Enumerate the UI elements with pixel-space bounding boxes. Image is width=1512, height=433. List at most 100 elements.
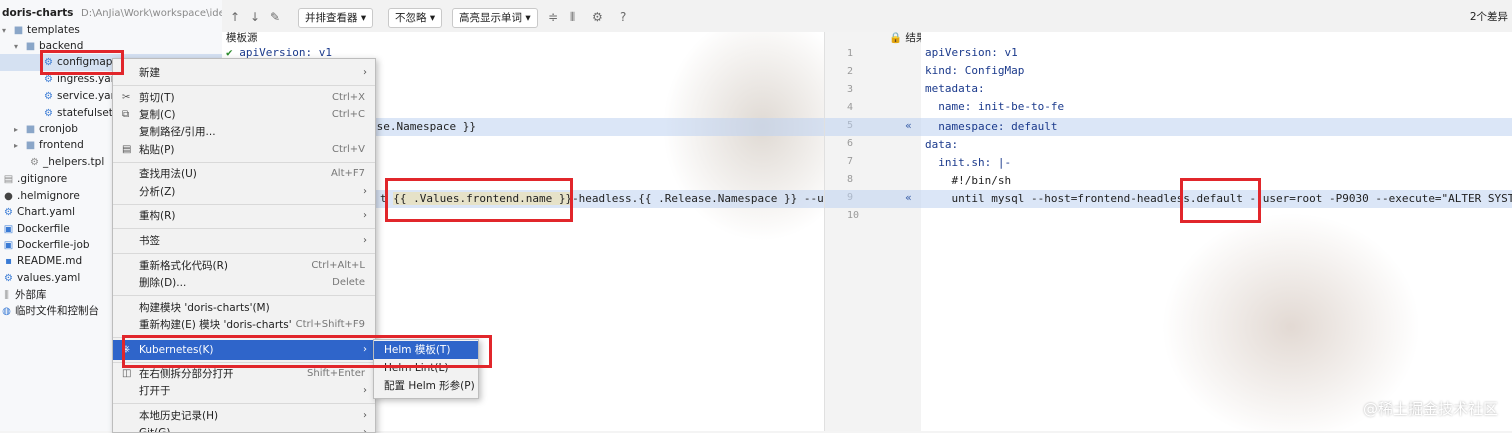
menu-item-refactor[interactable]: 重构(R) › bbox=[113, 206, 375, 226]
menu-separator bbox=[113, 403, 375, 404]
tree-item-external-libraries[interactable]: ⫼ 外部库 bbox=[0, 287, 46, 304]
gear-icon: ⚙ bbox=[4, 273, 13, 284]
tree-item-dockerfile-job[interactable]: ▣ Dockerfile-job bbox=[2, 237, 90, 254]
apply-left-icon[interactable]: « bbox=[905, 119, 912, 132]
menu-item-delete[interactable]: 删除(D)... Delete bbox=[113, 273, 375, 293]
tree-item-values-yaml[interactable]: ⚙ values.yaml bbox=[2, 270, 80, 287]
file-icon: ⚙ bbox=[30, 157, 39, 168]
folder-icon: ■ bbox=[25, 124, 36, 135]
result-line-7: init.sh: |- bbox=[925, 156, 1012, 169]
chevron-down-icon[interactable]: ▾ bbox=[14, 38, 24, 55]
help-button[interactable]: ? bbox=[620, 8, 626, 26]
folder-icon: ■ bbox=[25, 140, 36, 151]
folder-icon: ■ bbox=[25, 41, 36, 52]
file-icon: ▣ bbox=[3, 240, 14, 251]
viewer-select[interactable]: 并排查看器 ▾ bbox=[298, 8, 374, 28]
tree-item-helmignore[interactable]: ● .helmignore bbox=[2, 188, 80, 205]
lock-icon: 🔒 bbox=[889, 32, 903, 44]
menu-separator bbox=[113, 85, 375, 86]
annotation-box-template-expression bbox=[385, 178, 573, 222]
markdown-icon: ▪ bbox=[5, 256, 12, 267]
tree-item-chart-yaml[interactable]: ⚙ Chart.yaml bbox=[2, 204, 75, 221]
arrow-up-icon[interactable]: ↑ bbox=[230, 8, 240, 26]
annotation-box-configmap bbox=[40, 50, 124, 75]
sync-scroll-icon[interactable]: ⫴ bbox=[570, 8, 575, 26]
highlight-select[interactable]: 高亮显示单词 ▾ bbox=[452, 8, 538, 28]
menu-item-bookmarks[interactable]: 书签 › bbox=[113, 231, 375, 251]
chevron-right-icon: › bbox=[363, 235, 367, 246]
menu-item-find-usages[interactable]: 查找用法(U) Alt+F7 bbox=[113, 164, 375, 184]
gear-icon: ⚙ bbox=[44, 91, 53, 102]
tree-item-statefulset[interactable]: ⚙ statefulset. bbox=[42, 105, 116, 122]
folder-icon: ■ bbox=[13, 25, 24, 36]
menu-item-copy-path[interactable]: 复制路径/引用... bbox=[113, 122, 375, 142]
result-pane[interactable]: apiVersion: v1 kind: ConfigMap metadata:… bbox=[921, 32, 1512, 431]
chevron-right-icon: › bbox=[363, 385, 367, 396]
diff-toolbar: ↑ ↓ ✎ 并排查看器 ▾ 不忽略 ▾ 高亮显示单词 ▾ ≑ ⫴ ⚙ ? 2个差… bbox=[222, 0, 1512, 33]
menu-item-open-in[interactable]: 打开于 › bbox=[113, 381, 375, 401]
collapse-unchanged-icon[interactable]: ≑ bbox=[548, 8, 558, 26]
chevron-down-icon: ▾ bbox=[360, 12, 367, 24]
context-menu: 新建 › ✂ 剪切(T) Ctrl+X ⧉ 复制(C) Ctrl+C 复制路径/引用...… bbox=[112, 58, 376, 433]
chevron-right-icon: › bbox=[363, 427, 367, 433]
gear-icon: ⚙ bbox=[44, 108, 53, 119]
submenu-item-helm-params[interactable]: 配置 Helm 形参(P) bbox=[374, 377, 478, 395]
result-line-4: name: init-be-to-fe bbox=[925, 100, 1065, 113]
result-line-8: #!/bin/sh bbox=[925, 174, 1012, 187]
diff-count: 2个差异 bbox=[1469, 11, 1508, 23]
tree-item-gitignore[interactable]: ▤ .gitignore bbox=[2, 171, 67, 188]
tree-item-scratches[interactable]: ◍ 临时文件和控制台 bbox=[0, 303, 99, 320]
chevron-right-icon[interactable]: ▸ bbox=[14, 121, 24, 138]
ignore-select[interactable]: 不忽略 ▾ bbox=[388, 8, 443, 28]
menu-item-analyze[interactable]: 分析(Z) › bbox=[113, 182, 375, 202]
tree-project-root[interactable]: doris-charts D:\AnJia\Work\workspace\ide bbox=[2, 5, 223, 22]
chevron-right-icon[interactable]: ▸ bbox=[14, 137, 24, 154]
gear-icon: ⚙ bbox=[4, 207, 13, 218]
settings-gear-icon[interactable]: ⚙ bbox=[592, 8, 603, 26]
tree-item-readme[interactable]: ▪ README.md bbox=[2, 253, 82, 270]
tree-item-dockerfile[interactable]: ▣ Dockerfile bbox=[2, 221, 70, 238]
result-line-3: metadata: bbox=[925, 82, 985, 95]
menu-separator bbox=[113, 228, 375, 229]
chevron-right-icon: › bbox=[363, 186, 367, 197]
tree-item-cronjob[interactable]: ▸ ■ cronjob bbox=[14, 121, 78, 138]
chevron-right-icon: › bbox=[363, 210, 367, 221]
watermark: @稀土掘金技术社区 bbox=[1362, 400, 1498, 418]
menu-item-git[interactable]: Git(G) › bbox=[113, 423, 375, 433]
library-icon: ⫼ bbox=[4, 290, 9, 301]
chevron-right-icon: › bbox=[363, 67, 367, 78]
menu-item-paste[interactable]: ▤ 粘贴(P) Ctrl+V bbox=[113, 140, 375, 160]
tree-item-service[interactable]: ⚙ service.yam bbox=[42, 88, 121, 105]
menu-separator bbox=[113, 204, 375, 205]
project-name: doris-charts bbox=[2, 7, 74, 19]
apply-left-icon[interactable]: « bbox=[905, 191, 912, 204]
tree-item-templates[interactable]: ▾ ■ templates bbox=[2, 22, 80, 39]
chevron-down-icon[interactable]: ▾ bbox=[2, 22, 12, 39]
edit-icon[interactable]: ✎ bbox=[270, 8, 280, 26]
file-icon: ▣ bbox=[3, 224, 14, 235]
tree-item-frontend[interactable]: ▸ ■ frontend bbox=[14, 137, 84, 154]
menu-separator bbox=[113, 253, 375, 254]
menu-item-new[interactable]: 新建 › bbox=[113, 63, 375, 83]
code-line-5: ase.Namespace }} bbox=[370, 120, 476, 133]
paste-icon: ▤ bbox=[122, 144, 132, 155]
result-line-2: kind: ConfigMap bbox=[925, 64, 1025, 77]
menu-separator bbox=[113, 295, 375, 296]
background-photo bbox=[662, 32, 824, 242]
result-line-5: namespace: default bbox=[925, 120, 1058, 133]
console-icon: ◍ bbox=[2, 306, 11, 317]
menu-separator bbox=[113, 162, 375, 163]
annotation-box-helm-template bbox=[122, 335, 492, 368]
chevron-down-icon: ▾ bbox=[429, 12, 436, 24]
arrow-down-icon[interactable]: ↓ bbox=[250, 8, 260, 26]
file-icon: ● bbox=[4, 191, 13, 202]
diff-gutter: 1 2 3 4 5 6 7 8 9 10 🔒 结果 « « bbox=[824, 32, 926, 431]
annotation-box-default-value bbox=[1180, 178, 1261, 223]
project-path: D:\AnJia\Work\workspace\ide bbox=[81, 8, 223, 19]
file-icon: ▤ bbox=[3, 174, 14, 185]
result-line-1: apiVersion: v1 bbox=[925, 46, 1018, 59]
result-line-6: data: bbox=[925, 138, 959, 151]
menu-item-rebuild-module[interactable]: 重新构建(E) 模块 'doris-charts' Ctrl+Shift+F9 bbox=[113, 315, 375, 335]
tree-item-helpers[interactable]: ⚙ _helpers.tpl bbox=[28, 154, 104, 171]
chevron-down-icon: ▾ bbox=[525, 12, 531, 24]
